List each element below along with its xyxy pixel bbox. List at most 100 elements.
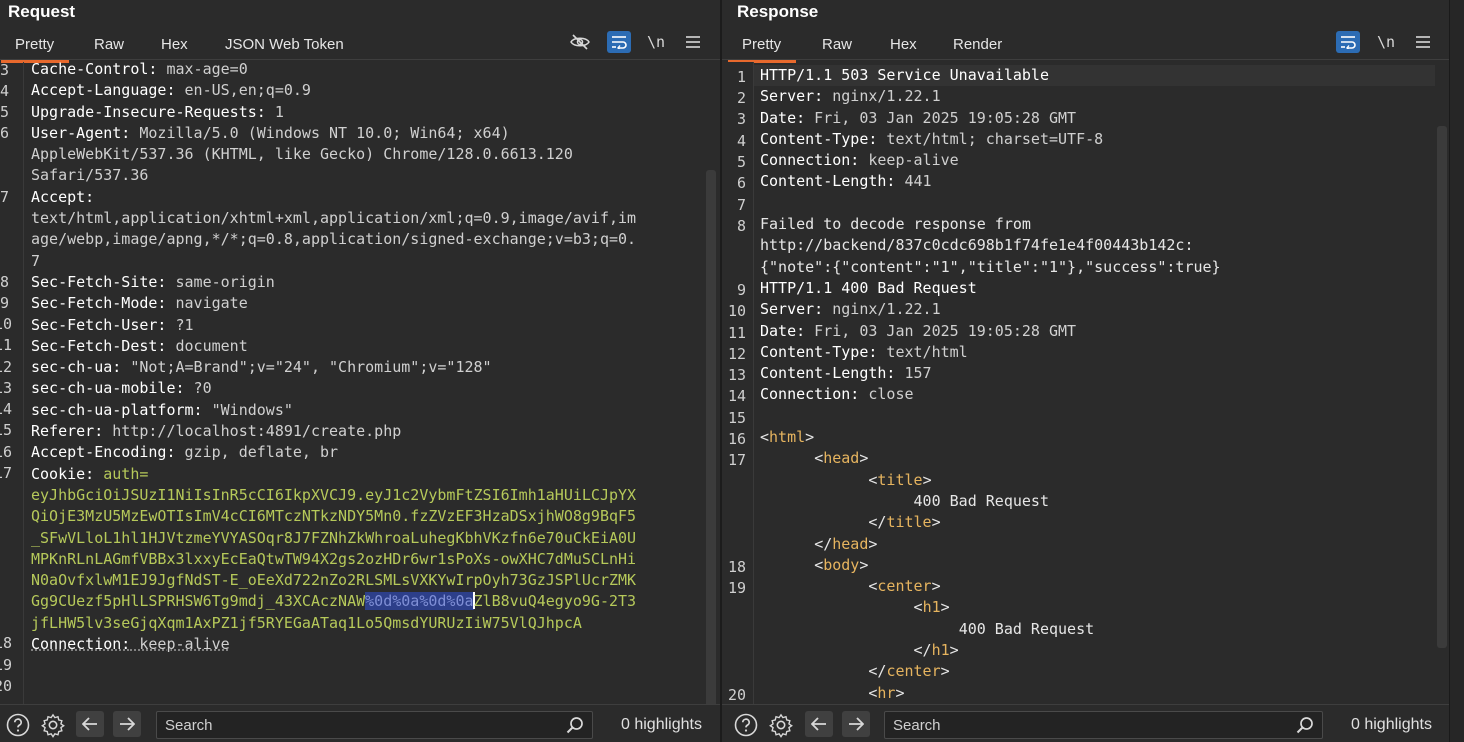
header-value: "Windows" bbox=[202, 400, 293, 419]
menu-icon[interactable] bbox=[1411, 31, 1435, 53]
header-value: gzip, deflate, br bbox=[175, 443, 339, 462]
tab-raw[interactable]: Raw bbox=[822, 36, 852, 53]
tab-pretty[interactable]: Pretty bbox=[0, 36, 70, 63]
header-key: Sec-Fetch-Dest: bbox=[31, 336, 167, 355]
request-pane: Request Pretty Raw Hex JSON Web Token \n… bbox=[0, 0, 720, 742]
eye-off-icon[interactable] bbox=[568, 31, 592, 53]
header-value: 7 bbox=[31, 251, 41, 270]
code-line: AppleWebKit/537.36 (KHTML, like Gecko) C… bbox=[31, 144, 636, 165]
header-value: document bbox=[166, 336, 248, 355]
header-key: Sec-Fetch-User: bbox=[31, 315, 167, 334]
header-value: "Not;A=Brand";v="24", "Chromium";v="128" bbox=[121, 358, 492, 377]
request-editor[interactable]: 3 4 5 6 7 8 9 10 11 12 13 14 15 16 17 18… bbox=[0, 62, 720, 704]
newline-icon[interactable]: \n bbox=[644, 31, 668, 53]
line-number: 2 bbox=[736, 89, 746, 107]
wrap-icon[interactable] bbox=[1336, 31, 1360, 53]
line-number: 19 bbox=[0, 656, 13, 674]
forward-arrow-icon[interactable] bbox=[113, 711, 141, 737]
line-number: 8 bbox=[736, 217, 746, 235]
header-key: Cache-Control: bbox=[31, 62, 158, 78]
help-icon[interactable] bbox=[734, 713, 758, 737]
line-number: 8 bbox=[0, 273, 10, 291]
header-value: text/html bbox=[877, 342, 968, 361]
line-number: 11 bbox=[0, 336, 13, 354]
line-number: 14 bbox=[0, 400, 13, 418]
code-line: Sec-Fetch-Site: same-origin bbox=[31, 272, 636, 293]
code-line: Referer: http://localhost:4891/create.ph… bbox=[31, 421, 636, 442]
code-line: Content-Length: 157 bbox=[760, 363, 1221, 384]
wrap-icon[interactable] bbox=[607, 31, 631, 53]
back-arrow-icon[interactable] bbox=[76, 711, 104, 737]
line-number: 9 bbox=[0, 294, 10, 312]
help-icon[interactable] bbox=[6, 713, 30, 737]
line-number: 4 bbox=[0, 82, 10, 100]
code-line: Connection: close bbox=[760, 384, 1221, 405]
forward-arrow-icon[interactable] bbox=[842, 711, 870, 737]
settings-icon[interactable] bbox=[769, 713, 793, 738]
html-tag: h1 bbox=[931, 641, 950, 660]
tab-hex[interactable]: Hex bbox=[161, 36, 188, 53]
search-icon[interactable] bbox=[1296, 716, 1314, 739]
settings-icon[interactable] bbox=[41, 713, 65, 738]
header-key: Server: bbox=[760, 87, 824, 106]
header-value: close bbox=[859, 385, 914, 404]
header-value: en-US,en;q=0.9 bbox=[175, 81, 311, 100]
line-number: 3 bbox=[736, 110, 746, 128]
header-key: Server: bbox=[760, 300, 824, 319]
code-line: 400 Bad Request bbox=[760, 619, 1221, 640]
request-title: Request bbox=[8, 2, 76, 21]
line-number: 10 bbox=[727, 302, 746, 320]
tab-pretty[interactable]: Pretty bbox=[727, 36, 797, 63]
back-arrow-icon[interactable] bbox=[805, 711, 833, 737]
response-code[interactable]: HTTP/1.1 503 Service Unavailable Server: … bbox=[760, 65, 1221, 704]
header-value: same-origin bbox=[166, 272, 275, 291]
line-number: 6 bbox=[0, 124, 10, 142]
code-line: Cookie: auth= bbox=[31, 464, 636, 485]
line-number: 12 bbox=[727, 345, 746, 363]
request-code[interactable]: Cache-Control: max-age=0 Accept-Language:… bbox=[31, 62, 636, 698]
html-tag: title bbox=[877, 470, 923, 489]
line-number: 9 bbox=[736, 281, 746, 299]
code-line: Date: Fri, 03 Jan 2025 19:05:28 GMT bbox=[760, 108, 1221, 129]
response-editor[interactable]: 1 2 3 4 5 6 7 8 9 10 11 12 13 14 15 16 1… bbox=[722, 62, 1449, 704]
header-value: text/html; charset=UTF-8 bbox=[877, 129, 1104, 148]
header-key: sec-ch-ua-platform: bbox=[31, 400, 203, 419]
search-input[interactable] bbox=[893, 715, 1273, 735]
response-scrollbar[interactable] bbox=[1437, 126, 1447, 648]
cookie-line: MPKnRLnLAGmfVBBx3lxxyEcEaQtwTW94X2gs2ozH… bbox=[31, 549, 637, 568]
code-line: </h1> bbox=[913, 641, 959, 660]
code-line: Sec-Fetch-Dest: document bbox=[31, 336, 636, 357]
header-key: User-Agent: bbox=[31, 123, 131, 142]
line-number: 16 bbox=[727, 430, 746, 448]
code-line: sec-ch-ua-mobile: ?0 bbox=[31, 378, 636, 399]
request-gutter: 3 4 5 6 7 8 9 10 11 12 13 14 15 16 17 18… bbox=[0, 62, 24, 704]
html-text: 400 Bad Request bbox=[958, 619, 1095, 638]
code-line: Content-Type: text/html; charset=UTF-8 bbox=[760, 129, 1221, 150]
code-line: <head> bbox=[814, 449, 869, 468]
header-value: keep-alive bbox=[130, 635, 230, 654]
header-value: keep-alive bbox=[859, 151, 959, 170]
request-scrollbar[interactable] bbox=[706, 170, 716, 704]
header-value: auth= bbox=[94, 464, 149, 483]
newline-icon[interactable]: \n bbox=[1374, 31, 1398, 53]
header-key: Sec-Fetch-Mode: bbox=[31, 294, 167, 313]
tab-render[interactable]: Render bbox=[953, 36, 1002, 53]
header-value: 157 bbox=[895, 364, 932, 383]
tab-raw[interactable]: Raw bbox=[94, 36, 124, 53]
code-line: Content-Type: text/html bbox=[760, 342, 1221, 363]
menu-icon[interactable] bbox=[681, 31, 705, 53]
side-panel-strip bbox=[1449, 0, 1464, 742]
code-line: <center> bbox=[868, 577, 941, 596]
status-line: HTTP/1.1 400 Bad Request bbox=[760, 278, 977, 297]
response-bottom-bar: 0 highlights bbox=[722, 704, 1449, 742]
body-text: http://backend/837c0cdc698b1f74fe1e4f004… bbox=[760, 236, 1194, 255]
search-icon[interactable] bbox=[566, 716, 584, 739]
line-number: 19 bbox=[727, 579, 746, 597]
cookie-line: Gg9CUezf5pHlLSPRHSW6Tg9mdj_43XCAczNAW%0d… bbox=[31, 591, 636, 612]
header-value: Fri, 03 Jan 2025 19:05:28 GMT bbox=[805, 108, 1077, 127]
search-input[interactable] bbox=[165, 715, 545, 735]
html-tag: center bbox=[886, 662, 941, 681]
selected-text[interactable]: %0d%0a%0d%0a bbox=[365, 592, 474, 611]
tab-json-web-token[interactable]: JSON Web Token bbox=[225, 36, 344, 53]
tab-hex[interactable]: Hex bbox=[890, 36, 917, 53]
